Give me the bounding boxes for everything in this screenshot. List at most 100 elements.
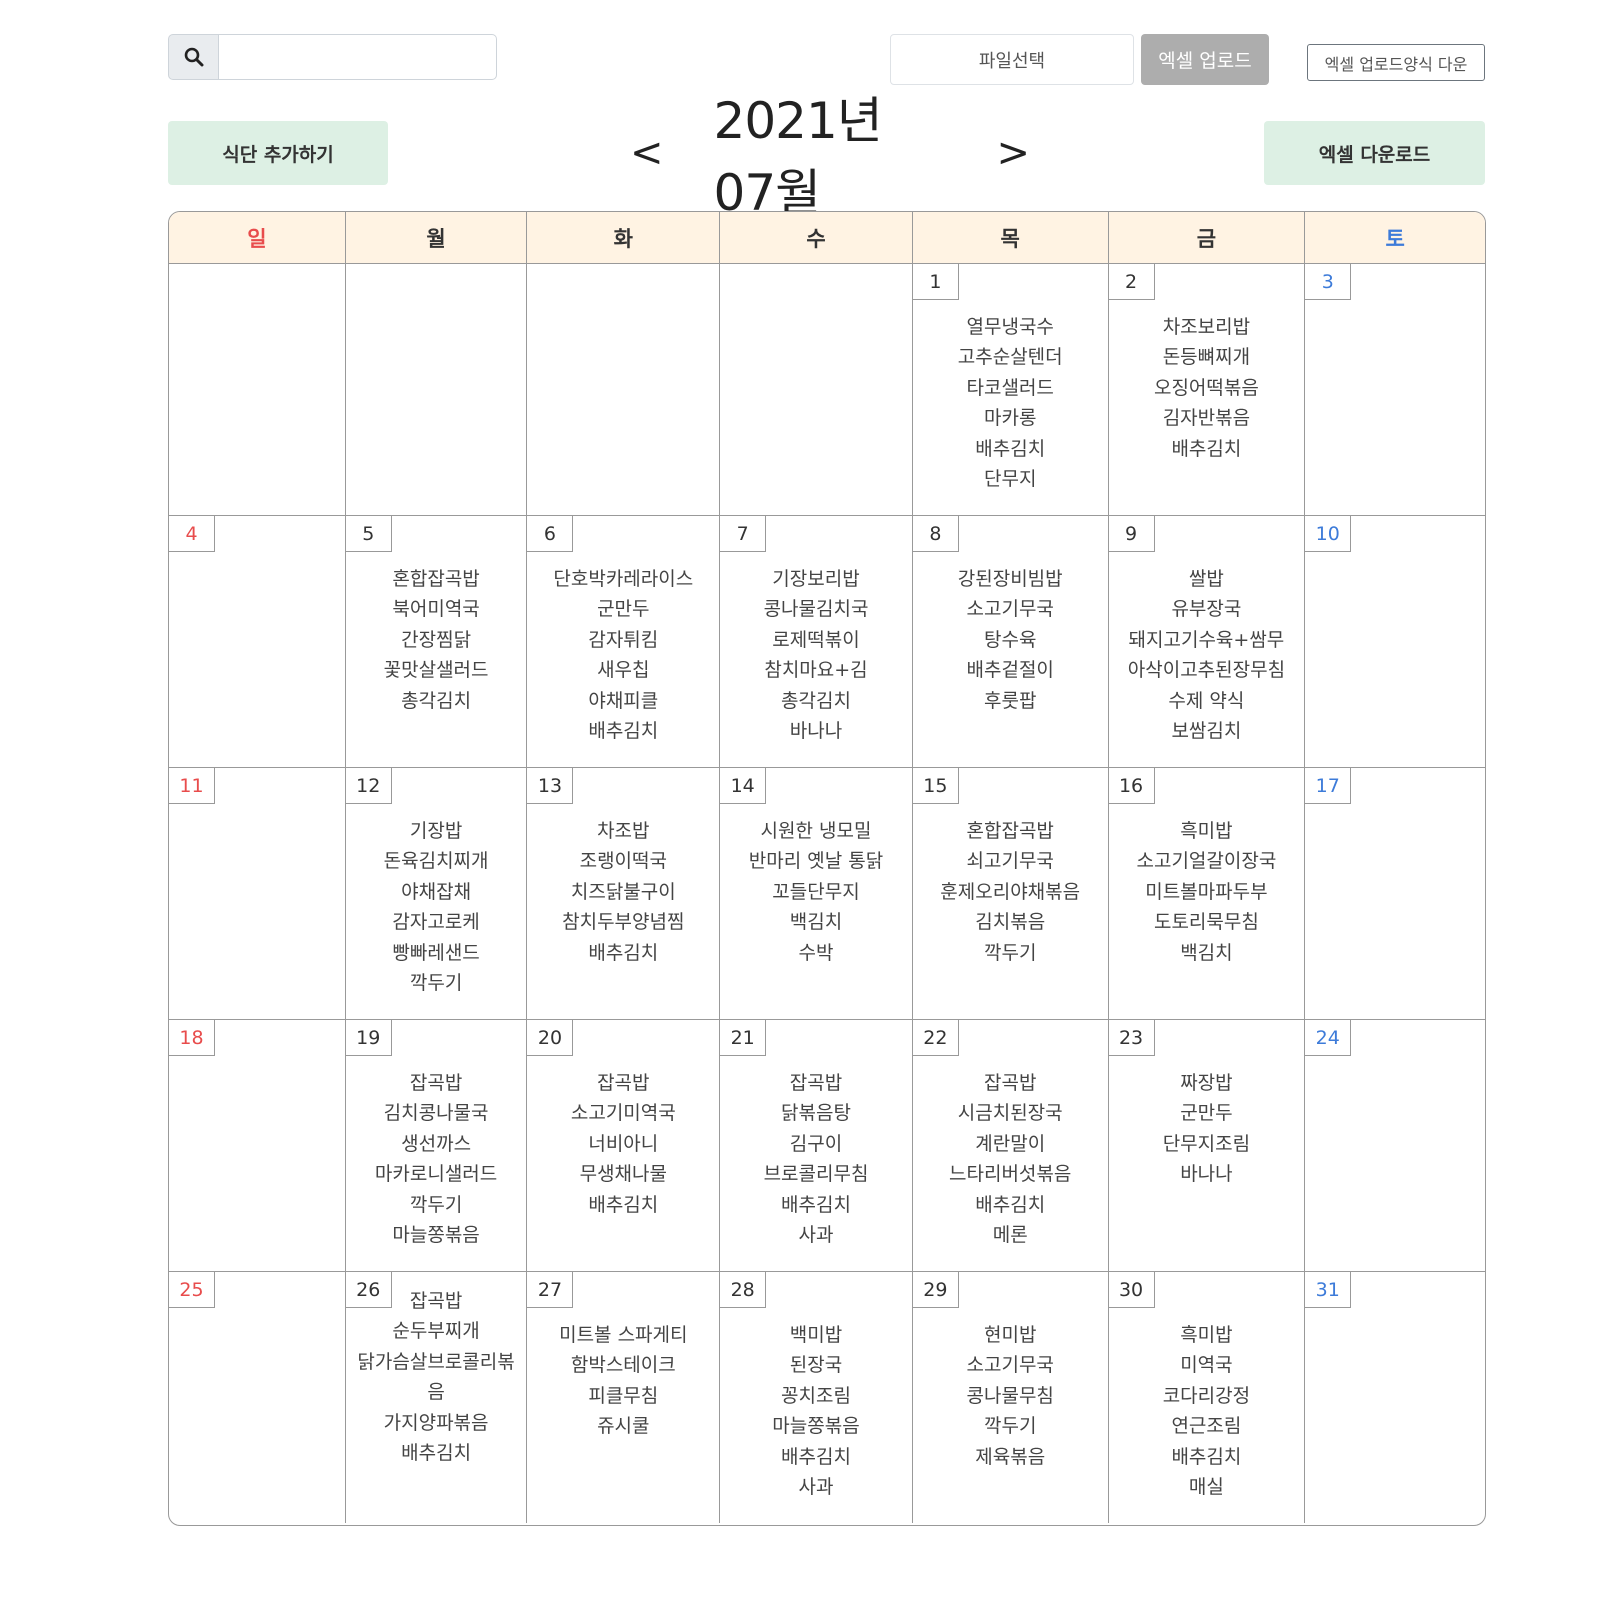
calendar-day-cell[interactable]: 11 bbox=[169, 768, 345, 1019]
menu-item: 오징어떡볶음 bbox=[1153, 376, 1259, 399]
calendar-day-cell[interactable]: 18 bbox=[169, 1020, 345, 1271]
next-month-button[interactable]: > bbox=[966, 130, 1060, 176]
menu-item: 쇠고기무국 bbox=[966, 850, 1054, 873]
calendar-day-cell[interactable] bbox=[719, 264, 912, 515]
menu-item: 아삭이고추된장무침 bbox=[1127, 659, 1286, 682]
meal-menu: 혼합잡곡밥 쇠고기무국 훈제오리야채볶음 김치볶음 깍두기 bbox=[913, 816, 1108, 968]
menu-item: 반마리 옛날 통닭 bbox=[748, 850, 884, 873]
calendar-day-cell[interactable]: 7 기장보리밥 콩나물김치국 로제떡볶이 참치마요+김 총각김치 바나나 bbox=[719, 516, 912, 767]
meal-calendar: 일월화수목금토 1 열무냉국수 고추순살텐더 타코샐러드 마카롱 배추김치 단무지 2 차조보리… bbox=[168, 211, 1486, 1526]
menu-item: 새우칩 bbox=[597, 659, 650, 682]
menu-item: 김치볶음 bbox=[975, 911, 1046, 934]
menu-item: 훈제오리야채볶음 bbox=[940, 880, 1081, 903]
menu-item: 깍두기 bbox=[409, 972, 463, 995]
calendar-day-cell[interactable] bbox=[169, 264, 345, 515]
menu-item: 흑미밥 bbox=[1180, 1324, 1233, 1346]
calendar-day-cell[interactable]: 2 차조보리밥 돈등뼈찌개 오징어떡볶음 김자반볶음 배추김치 bbox=[1107, 264, 1305, 515]
excel-upload-button[interactable]: 엑셀 업로드 bbox=[1141, 34, 1269, 85]
calendar-day-cell[interactable]: 1 열무냉국수 고추순살텐더 타코샐러드 마카롱 배추김치 단무지 bbox=[911, 264, 1108, 515]
menu-item: 수박 bbox=[798, 941, 834, 964]
calendar-day-cell[interactable]: 17 bbox=[1304, 768, 1485, 1019]
calendar-week: 1 열무냉국수 고추순살텐더 타코샐러드 마카롱 배추김치 단무지 2 차조보리밥 돈등뼈찌개 오징… bbox=[169, 264, 1485, 516]
menu-item: 간장찜닭 bbox=[401, 628, 472, 651]
day-number: 31 bbox=[1305, 1272, 1352, 1308]
day-number: 5 bbox=[345, 516, 392, 552]
day-number: 6 bbox=[527, 516, 574, 552]
calendar-day-cell[interactable]: 3 bbox=[1304, 264, 1485, 515]
excel-template-download-button[interactable]: 엑셀 업로드양식 다운 bbox=[1307, 44, 1485, 81]
menu-item: 흑미밥 bbox=[1180, 820, 1233, 842]
menu-item: 총각김치 bbox=[401, 689, 472, 712]
meal-menu: 혼합잡곡밥 북어미역국 간장찜닭 꽃맛살샐러드 총각김치 bbox=[346, 564, 527, 716]
day-number: 25 bbox=[169, 1272, 215, 1308]
calendar-day-cell[interactable]: 9 쌀밥 유부장국 돼지고기수육+쌈무 아삭이고추된장무침 수제 약식 보쌈김치 bbox=[1107, 516, 1305, 767]
menu-item: 배추김치 bbox=[1171, 437, 1242, 460]
day-number: 16 bbox=[1108, 768, 1155, 804]
meal-menu: 짜장밥 군만두 단무지조림 바나나 bbox=[1109, 1068, 1305, 1190]
meal-menu: 차조밥 조랭이떡국 치즈닭불구이 참치두부양념찜 배추김치 bbox=[527, 816, 719, 968]
calendar-day-cell[interactable]: 31 bbox=[1304, 1272, 1485, 1523]
calendar-day-cell[interactable]: 28 백미밥 된장국 꽁치조림 마늘쫑볶음 배추김치 사과 bbox=[719, 1272, 912, 1523]
menu-item: 함박스테이크 bbox=[570, 1354, 676, 1377]
calendar-day-cell[interactable]: 6 단호박카레라이스 군만두 감자튀킴 새우칩 야채피클 배추김치 bbox=[526, 516, 719, 767]
search-input[interactable] bbox=[219, 34, 497, 80]
day-number: 10 bbox=[1305, 516, 1352, 552]
calendar-day-cell[interactable]: 16 흑미밥 소고기얼갈이장국 미트볼마파두부 도토리묵무침 백김치 bbox=[1107, 768, 1305, 1019]
menu-item: 꼬들단무지 bbox=[772, 880, 860, 903]
menu-item: 코다리강정 bbox=[1162, 1384, 1251, 1407]
calendar-day-cell[interactable]: 30 흑미밥 미역국 코다리강정 연근조림 배추김치 매실 bbox=[1107, 1272, 1305, 1523]
meal-menu: 시원한 냉모밀 반마리 옛날 통닭 꼬들단무지 백김치 수박 bbox=[720, 816, 912, 968]
menu-item: 돈등뼈찌개 bbox=[1162, 346, 1251, 369]
menu-item: 계란말이 bbox=[975, 1132, 1046, 1155]
menu-item: 잡곡밥 bbox=[597, 1072, 650, 1094]
calendar-day-cell[interactable]: 8 강된장비빔밥 소고기무국 탕수육 배추겉절이 후룻팝 bbox=[911, 516, 1108, 767]
calendar-day-cell[interactable]: 22 잡곡밥 시금치된장국 계란말이 느타리버섯볶음 배추김치 메론 bbox=[911, 1020, 1108, 1271]
menu-item: 치즈닭불구이 bbox=[570, 880, 676, 903]
menu-item: 배추겉절이 bbox=[966, 659, 1054, 682]
menu-item: 배추김치 bbox=[401, 1442, 472, 1465]
menu-item: 기장밥 bbox=[409, 820, 463, 842]
calendar-day-cell[interactable]: 13 차조밥 조랭이떡국 치즈닭불구이 참치두부양념찜 배추김치 bbox=[526, 768, 719, 1019]
meal-menu: 백미밥 된장국 꽁치조림 마늘쫑볶음 배추김치 사과 bbox=[720, 1320, 912, 1502]
add-meal-button[interactable]: 식단 추가하기 bbox=[168, 121, 388, 185]
meal-menu: 기장보리밥 콩나물김치국 로제떡볶이 참치마요+김 총각김치 바나나 bbox=[720, 564, 912, 746]
menu-item: 혼합잡곡밥 bbox=[966, 820, 1054, 842]
calendar-day-cell[interactable]: 12 기장밥 돈육김치찌개 야채잡채 감자고로케 빵빠레샌드 깍두기 bbox=[344, 768, 527, 1019]
calendar-day-cell[interactable]: 20 잡곡밥 소고기미역국 너비아니 무생채나물 배추김치 bbox=[526, 1020, 719, 1271]
calendar-body: 1 열무냉국수 고추순살텐더 타코샐러드 마카롱 배추김치 단무지 2 차조보리밥 돈등뼈찌개 오징… bbox=[169, 264, 1485, 1523]
menu-item: 열무냉국수 bbox=[966, 316, 1054, 338]
menu-item: 배추김치 bbox=[781, 1445, 851, 1468]
month-navigation: < 2021년 07월 > bbox=[600, 92, 1060, 222]
menu-item: 잡곡밥 bbox=[983, 1072, 1037, 1094]
file-select-button[interactable]: 파일선택 bbox=[890, 34, 1134, 85]
day-number: 27 bbox=[527, 1272, 574, 1308]
menu-item: 생선까스 bbox=[401, 1132, 472, 1155]
prev-month-button[interactable]: < bbox=[600, 130, 694, 176]
menu-item: 닭가슴살브로콜리볶음 bbox=[357, 1350, 515, 1404]
menu-item: 혼합잡곡밥 bbox=[392, 568, 480, 590]
menu-item: 매실 bbox=[1188, 1476, 1224, 1499]
calendar-day-cell[interactable]: 10 bbox=[1304, 516, 1485, 767]
menu-item: 단무지 bbox=[983, 468, 1037, 491]
menu-item: 빵빠레샌드 bbox=[392, 941, 480, 964]
search-button[interactable] bbox=[168, 34, 219, 80]
calendar-day-cell[interactable]: 4 bbox=[169, 516, 345, 767]
excel-download-button[interactable]: 엑셀 다운로드 bbox=[1264, 121, 1485, 185]
calendar-day-cell[interactable]: 23 짜장밥 군만두 단무지조림 바나나 bbox=[1107, 1020, 1305, 1271]
calendar-day-cell[interactable]: 5 혼합잡곡밥 북어미역국 간장찜닭 꽃맛살샐러드 총각김치 bbox=[344, 516, 527, 767]
calendar-day-cell[interactable]: 15 혼합잡곡밥 쇠고기무국 훈제오리야채볶음 김치볶음 깍두기 bbox=[911, 768, 1108, 1019]
calendar-week: 25 26 잡곡밥 순두부찌개 닭가슴살브로콜리볶음 가지양파볶음 배추김치 27 미트볼 스파… bbox=[169, 1272, 1485, 1523]
calendar-day-cell[interactable]: 14 시원한 냉모밀 반마리 옛날 통닭 꼬들단무지 백김치 수박 bbox=[719, 768, 912, 1019]
calendar-day-cell[interactable]: 24 bbox=[1304, 1020, 1485, 1271]
calendar-day-cell[interactable]: 21 잡곡밥 닭볶음탕 김구이 브로콜리무침 배추김치 사과 bbox=[719, 1020, 912, 1271]
calendar-day-cell[interactable]: 27 미트볼 스파게티 함박스테이크 피클무침 쥬시쿨 bbox=[526, 1272, 719, 1523]
meal-menu: 열무냉국수 고추순살텐더 타코샐러드 마카롱 배추김치 단무지 bbox=[913, 312, 1108, 494]
calendar-day-cell[interactable]: 26 잡곡밥 순두부찌개 닭가슴살브로콜리볶음 가지양파볶음 배추김치 bbox=[344, 1272, 527, 1523]
calendar-day-cell[interactable] bbox=[344, 264, 527, 515]
calendar-day-cell[interactable] bbox=[526, 264, 719, 515]
calendar-day-cell[interactable]: 25 bbox=[169, 1272, 345, 1523]
calendar-day-cell[interactable]: 19 잡곡밥 김치콩나물국 생선까스 마카로니샐러드 깍두기 마늘쫑볶음 bbox=[344, 1020, 527, 1271]
menu-item: 사과 bbox=[798, 1476, 834, 1499]
calendar-day-cell[interactable]: 29 현미밥 소고기무국 콩나물무침 깍두기 제육볶음 bbox=[911, 1272, 1108, 1523]
menu-item: 시원한 냉모밀 bbox=[760, 820, 872, 842]
